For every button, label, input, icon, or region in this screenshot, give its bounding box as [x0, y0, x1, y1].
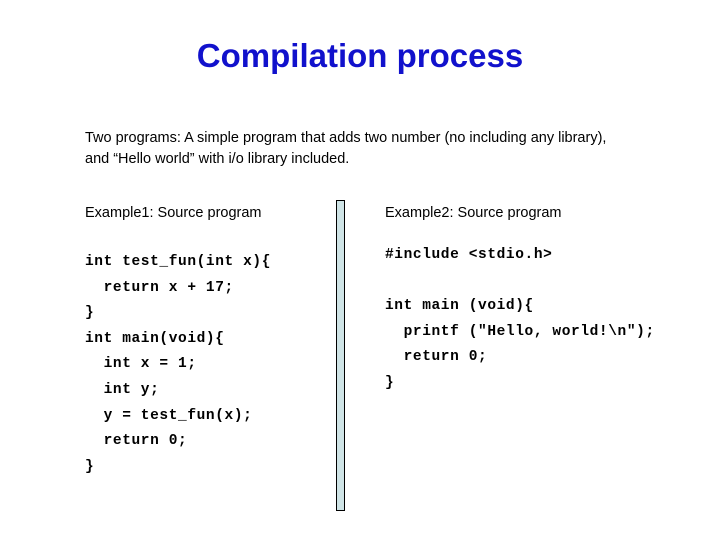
code-line: } [85, 458, 95, 475]
code-line: } [385, 374, 395, 391]
code-line: } [85, 305, 95, 322]
code-line: int y; [85, 381, 160, 398]
code-line: return 0; [385, 349, 488, 366]
code-line: int test_fun(int x){ [85, 254, 272, 270]
left-code-block: int test_fun(int x){ return x + 17;} int … [85, 250, 271, 480]
page-title: Compilation process [196, 37, 524, 74]
left-column-header: Example1: Source program [85, 205, 262, 221]
vertical-divider-bar [336, 200, 345, 511]
right-code-block: #include <stdio.h> int main (void){ prin… [385, 243, 655, 397]
code-line: #include <stdio.h> [385, 247, 553, 263]
code-line: return x + 17; [85, 279, 234, 296]
code-line: y = test_fun(x); [85, 407, 253, 424]
code-line: printf ("Hello, world!\n"); [385, 323, 655, 340]
right-column-header: Example2: Source program [385, 205, 562, 221]
code-line: return 0; [85, 433, 188, 450]
code-line: int main (void){ [385, 298, 534, 315]
slide-canvas: Compilation process Two programs: A simp… [0, 0, 720, 540]
code-line: int x = 1; [85, 356, 197, 373]
intro-paragraph: Two programs: A simple program that adds… [85, 130, 607, 167]
code-line: int main(void){ [85, 330, 225, 347]
